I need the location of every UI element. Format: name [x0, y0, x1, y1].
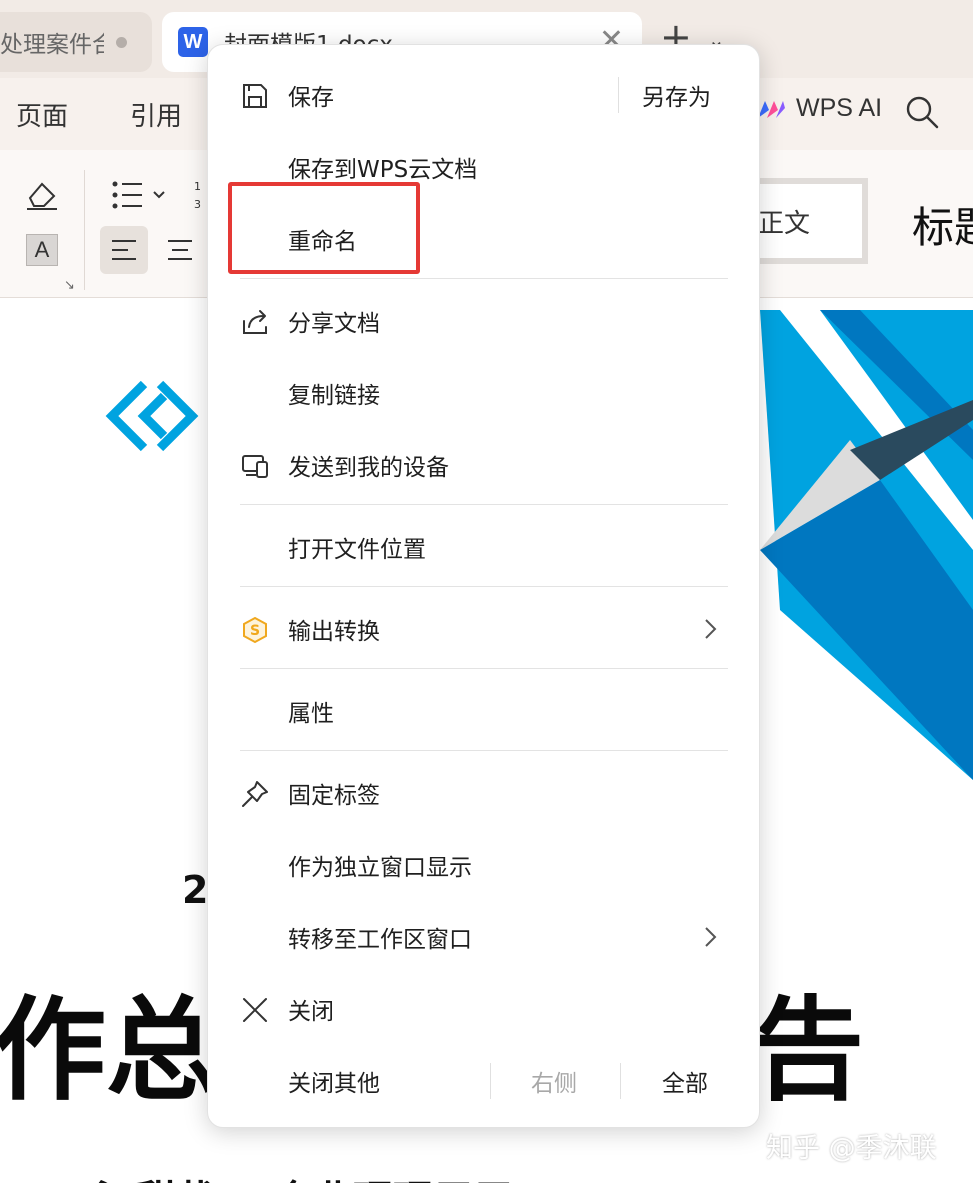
menu-item-label: 关闭	[288, 999, 334, 1025]
save-as-button[interactable]: 另存为	[642, 78, 711, 112]
svg-text:S: S	[250, 623, 260, 639]
align-center-icon[interactable]	[166, 238, 194, 262]
svg-text:3: 3	[194, 198, 201, 211]
company-logo-icon	[105, 380, 199, 452]
font-dialog-launcher-icon[interactable]: ↘	[64, 278, 75, 293]
menu-item-export-convert[interactable]: S 输出转换	[208, 599, 761, 659]
share-icon	[243, 310, 267, 334]
menu-divider	[618, 77, 619, 113]
close-all-button[interactable]: 全部	[662, 1064, 708, 1098]
bullet-list-icon[interactable]	[110, 178, 168, 212]
menu-item-close-others[interactable]: 关闭其他 右侧 全部	[208, 1051, 761, 1111]
devices-icon	[242, 455, 268, 478]
watermark: 知乎 @季沐联	[766, 1133, 937, 1164]
menu-item-label: 保存	[288, 85, 334, 111]
menu-item-label: 固定标签	[288, 783, 380, 809]
menu-separator	[240, 750, 728, 751]
pin-icon	[242, 781, 268, 807]
export-convert-icon: S	[243, 616, 267, 644]
chevron-right-icon	[705, 619, 717, 639]
menu-separator	[240, 668, 728, 669]
numbered-list-icon[interactable]: 1 3	[192, 178, 208, 212]
cover-geometric-art	[760, 310, 973, 780]
unsaved-dot-icon	[116, 36, 127, 48]
menu-item-label: 输出转换	[288, 619, 380, 645]
close-icon	[243, 998, 267, 1022]
menu-separator	[240, 278, 728, 279]
ribbon-divider	[84, 170, 85, 290]
wps-ai-button[interactable]: WPS AI	[756, 94, 882, 123]
align-left-icon	[112, 240, 136, 260]
word-doc-icon: W	[178, 27, 208, 57]
style-normal-label: 正文	[758, 208, 811, 239]
menu-separator	[240, 586, 728, 587]
menu-item-label: 打开文件位置	[288, 537, 426, 563]
menu-item-label: 复制链接	[288, 383, 380, 409]
menu-item-separate-window[interactable]: 作为独立窗口显示	[208, 835, 761, 895]
document-title-left: 作总	[0, 986, 218, 1116]
menu-item-label: 分享文档	[288, 311, 380, 337]
eraser-icon[interactable]	[24, 178, 60, 212]
menu-item-label: 关闭其他	[288, 1071, 380, 1097]
menu-divider	[490, 1063, 491, 1099]
document-year: 2	[182, 868, 209, 912]
menu-item-label: 保存到WPS云文档	[288, 157, 478, 183]
font-color-icon[interactable]: A	[26, 234, 58, 266]
tab-title: 处理案件合	[0, 32, 104, 58]
menu-item-label: 发送到我的设备	[288, 455, 449, 481]
style-heading[interactable]: 标题	[912, 194, 973, 255]
menu-separator	[240, 504, 728, 505]
menu-item-label: 作为独立窗口显示	[288, 855, 472, 881]
menu-item-copy-link[interactable]: 复制链接	[208, 363, 761, 423]
menu-item-pin-tab[interactable]: 固定标签	[208, 763, 761, 823]
align-left-button[interactable]	[100, 226, 148, 274]
rename-highlight-box	[228, 182, 420, 274]
menu-item-properties[interactable]: 属性	[208, 681, 761, 741]
document-title-right: 告	[752, 986, 864, 1116]
menu-item-references[interactable]: 引用	[130, 96, 182, 133]
search-icon[interactable]	[904, 94, 940, 130]
save-icon	[243, 84, 267, 108]
chevron-right-icon	[705, 927, 717, 947]
menu-item-close[interactable]: 关闭	[208, 979, 761, 1039]
menu-item-label: 转移至工作区窗口	[288, 927, 472, 953]
menu-item-share[interactable]: 分享文档	[208, 291, 761, 351]
menu-item-page[interactable]: 页面	[16, 96, 68, 133]
document-subtitle: 汪甜栽 3.企业理理用用	[96, 1168, 513, 1183]
style-normal[interactable]: 正文	[756, 178, 868, 264]
menu-item-label: 属性	[288, 701, 334, 727]
tab-inactive-document[interactable]: 处理案件合	[0, 12, 152, 72]
close-right-button: 右侧	[531, 1071, 577, 1097]
menu-item-open-location[interactable]: 打开文件位置	[208, 517, 761, 577]
svg-text:1: 1	[194, 180, 201, 193]
wps-ai-label: WPS AI	[796, 94, 883, 122]
menu-item-save[interactable]: 保存 另存为	[208, 65, 761, 125]
menu-divider	[620, 1063, 621, 1099]
menu-item-move-to-workspace[interactable]: 转移至工作区窗口	[208, 907, 761, 967]
menu-item-send-to-device[interactable]: 发送到我的设备	[208, 435, 761, 495]
